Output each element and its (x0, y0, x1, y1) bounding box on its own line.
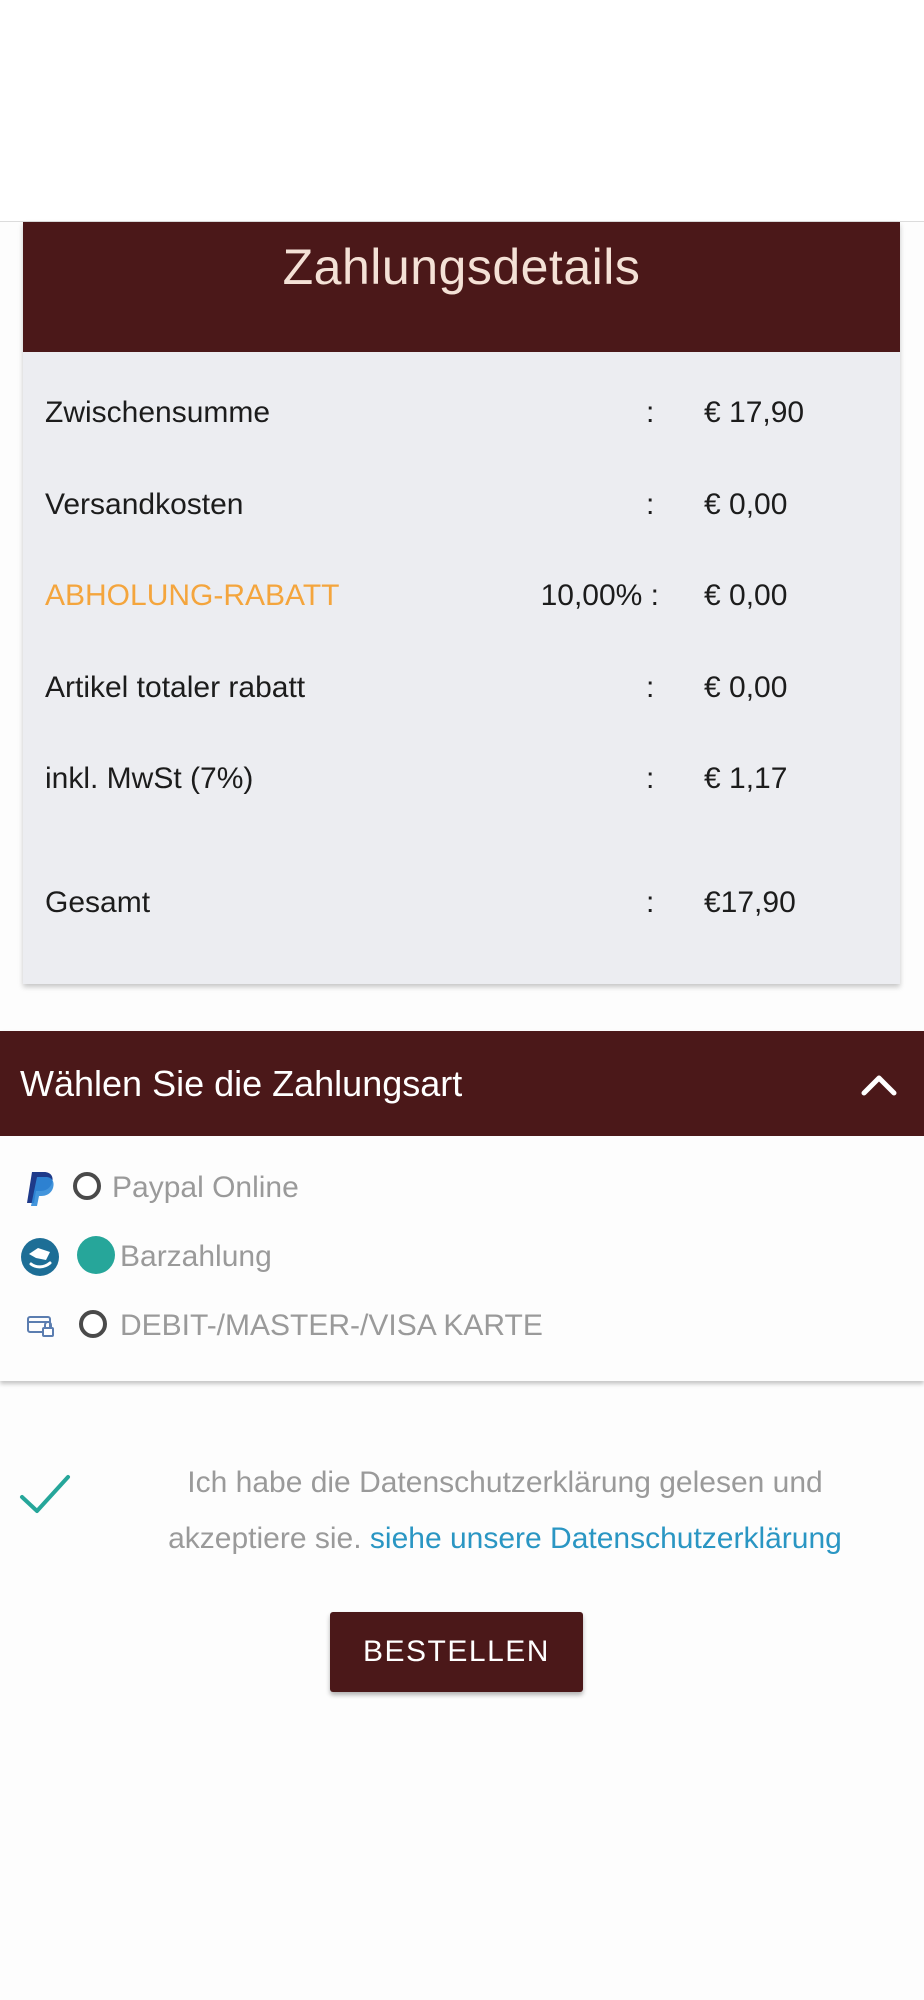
payment-method-section: Wählen Sie die Zahlungsart Paypal Online… (0, 1031, 924, 1381)
shipping-amount: € 0,00 (704, 488, 788, 521)
privacy-consent: Ich habe die Datenschutzerklärung gelese… (0, 1455, 924, 1585)
item-discount-colon: : (646, 671, 655, 704)
item-discount-row: Artikel totaler rabatt : € 0,00 (23, 658, 900, 718)
subtotal-row: Zwischensumme : € 17,90 (23, 383, 900, 443)
subtotal-label: Zwischensumme (45, 396, 271, 429)
paypal-icon (27, 1172, 54, 1206)
shipping-row: Versandkosten : € 0,00 (23, 475, 900, 535)
total-amount: €17,90 (704, 886, 796, 919)
privacy-policy-link[interactable]: siehe unsere Datenschutzerklärung (370, 1522, 842, 1555)
payment-option-paypal[interactable]: Paypal Online (0, 1158, 924, 1218)
pickup-discount-amount: € 0,00 (704, 579, 788, 612)
checkmark-icon[interactable] (18, 1469, 72, 1523)
card-radio[interactable] (79, 1310, 107, 1338)
order-button[interactable]: BESTELLEN (330, 1612, 583, 1692)
payment-option-card[interactable]: DEBIT-/MASTER-/VISA KARTE (0, 1296, 924, 1356)
cash-payment-icon (21, 1238, 59, 1276)
card-label: DEBIT-/MASTER-/VISA KARTE (120, 1309, 543, 1342)
cash-label: Barzahlung (120, 1240, 272, 1273)
total-label: Gesamt (45, 886, 151, 919)
total-colon: : (646, 886, 655, 919)
vat-label: inkl. MwSt (7%) (45, 762, 254, 795)
cash-radio[interactable] (77, 1236, 115, 1274)
payment-details-title: Zahlungsdetails (282, 239, 641, 295)
shipping-colon: : (646, 488, 655, 521)
payment-option-cash[interactable]: Barzahlung (0, 1227, 924, 1287)
paypal-label: Paypal Online (112, 1171, 299, 1204)
top-blank-area (0, 0, 924, 222)
pickup-discount-row: ABHOLUNG-RABATT 10,00% : € 0,00 (23, 566, 900, 626)
payment-details-card: Zahlungsdetails Zwischensumme : € 17,90 … (23, 222, 900, 984)
chevron-up-icon[interactable] (856, 1061, 902, 1107)
item-discount-label: Artikel totaler rabatt (45, 671, 306, 704)
pickup-discount-label: ABHOLUNG-RABATT (45, 579, 340, 612)
subtotal-amount: € 17,90 (704, 396, 805, 429)
payment-details-header: Zahlungsdetails (23, 222, 900, 352)
subtotal-colon: : (646, 396, 655, 429)
vat-row: inkl. MwSt (7%) : € 1,17 (23, 749, 900, 809)
payment-method-title: Wählen Sie die Zahlungsart (20, 1063, 463, 1104)
total-row: Gesamt : €17,90 (23, 873, 900, 933)
vat-amount: € 1,17 (704, 762, 788, 795)
payment-method-header[interactable]: Wählen Sie die Zahlungsart (0, 1031, 924, 1136)
vat-colon: : (646, 762, 655, 795)
item-discount-amount: € 0,00 (704, 671, 788, 704)
card-icon (27, 1316, 54, 1337)
paypal-radio[interactable] (73, 1172, 101, 1200)
shipping-label: Versandkosten (45, 488, 244, 521)
pickup-discount-percent: 10,00% : (540, 579, 659, 612)
privacy-consent-text: Ich habe die Datenschutzerklärung gelese… (125, 1455, 885, 1567)
